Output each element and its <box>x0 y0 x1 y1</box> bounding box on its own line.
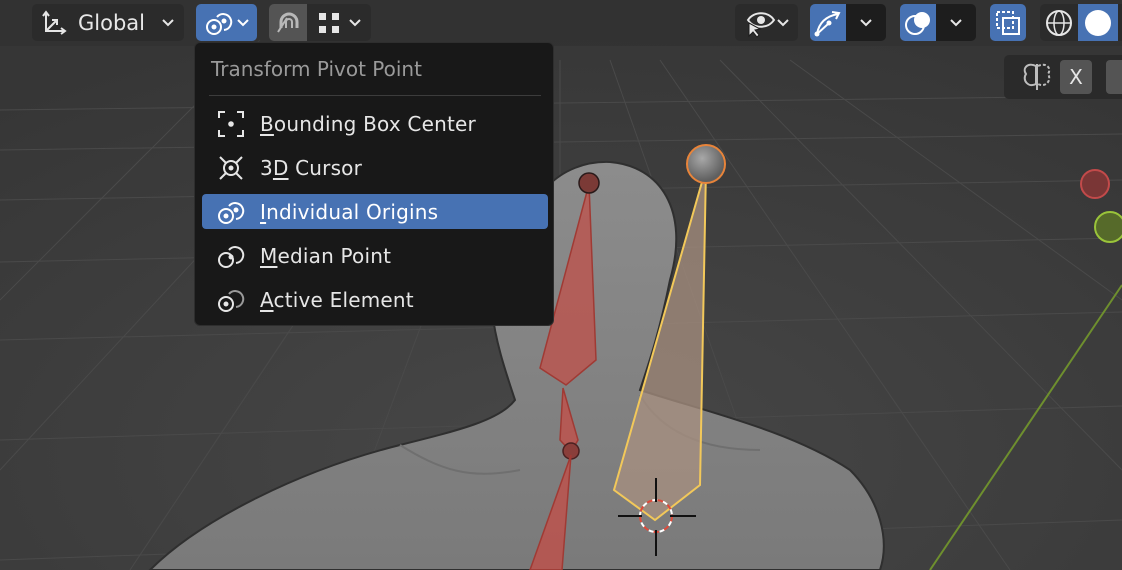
wireframe-sphere-icon <box>1046 9 1072 36</box>
overlay-circles-icon <box>905 11 930 35</box>
eye-arrow-icon <box>746 11 775 38</box>
xray-toggle[interactable] <box>990 4 1026 41</box>
mirror-butterfly-icon[interactable] <box>1020 60 1054 94</box>
chevron-down-icon <box>349 18 361 26</box>
chevron-down-icon <box>162 18 174 26</box>
visibility-dropdown[interactable] <box>735 4 798 41</box>
mirror-x-label: X <box>1069 65 1083 89</box>
mirror-axis-panel: X <box>1004 55 1122 99</box>
gizmo-toggle[interactable] <box>810 4 846 41</box>
shading-material-button[interactable] <box>1118 4 1122 41</box>
chevron-down-icon <box>950 18 962 26</box>
bounding-box-center-icon <box>218 110 244 137</box>
magnet-icon <box>277 12 299 33</box>
3d-cursor-icon <box>219 155 243 180</box>
mirror-y-toggle[interactable] <box>1106 60 1122 94</box>
pivot-point-menu: Transform Pivot Point Bounding Box Cente… <box>194 42 554 326</box>
menu-item-median-point[interactable]: Median Point <box>202 238 548 273</box>
menu-item-label: Bounding Box Center <box>260 111 476 136</box>
menu-divider <box>209 95 541 96</box>
menu-title: Transform Pivot Point <box>211 57 422 81</box>
transform-orientation-dropdown[interactable]: Global <box>32 4 184 41</box>
snap-grid-icon <box>319 12 339 33</box>
menu-item-bounding-box-center[interactable]: Bounding Box Center <box>202 106 548 141</box>
overlays-toggle[interactable] <box>900 4 936 41</box>
chevron-down-icon <box>236 18 249 26</box>
transform-orientation-icon <box>42 9 67 35</box>
individual-origins-icon <box>218 201 245 224</box>
gizmo-x-axis-icon[interactable] <box>1080 169 1110 199</box>
solid-sphere-icon <box>1085 9 1111 36</box>
median-point-icon <box>218 245 245 268</box>
overlays-dropdown[interactable] <box>936 4 976 41</box>
3d-viewport[interactable] <box>0 0 1122 570</box>
pivot-point-dropdown[interactable] <box>196 4 257 41</box>
mirror-x-toggle[interactable]: X <box>1060 60 1092 94</box>
snap-target-dropdown[interactable] <box>307 4 371 41</box>
chevron-down-icon <box>776 18 789 26</box>
shading-wireframe-button[interactable] <box>1040 4 1078 41</box>
menu-item-label: Active Element <box>260 287 414 312</box>
individual-origins-icon <box>205 12 232 35</box>
chevron-down-icon <box>860 18 872 26</box>
xray-icon <box>996 10 1020 35</box>
menu-item-label: Median Point <box>260 243 392 268</box>
menu-item-active-element[interactable]: Active Element <box>202 282 548 317</box>
menu-item-individual-origins[interactable]: Individual Origins <box>202 194 548 229</box>
gizmo-dropdown[interactable] <box>846 4 886 41</box>
snap-toggle[interactable] <box>269 4 307 41</box>
active-element-icon <box>218 289 245 312</box>
orientation-label: Global <box>78 10 145 35</box>
menu-item-label: 3D Cursor <box>260 155 363 180</box>
menu-item-3d-cursor[interactable]: 3D Cursor <box>202 150 548 185</box>
shading-solid-button[interactable] <box>1078 4 1118 41</box>
gizmo-y-axis-icon[interactable] <box>1094 211 1122 243</box>
gizmo-arrow-icon <box>814 10 841 36</box>
menu-item-label: Individual Origins <box>260 199 439 224</box>
